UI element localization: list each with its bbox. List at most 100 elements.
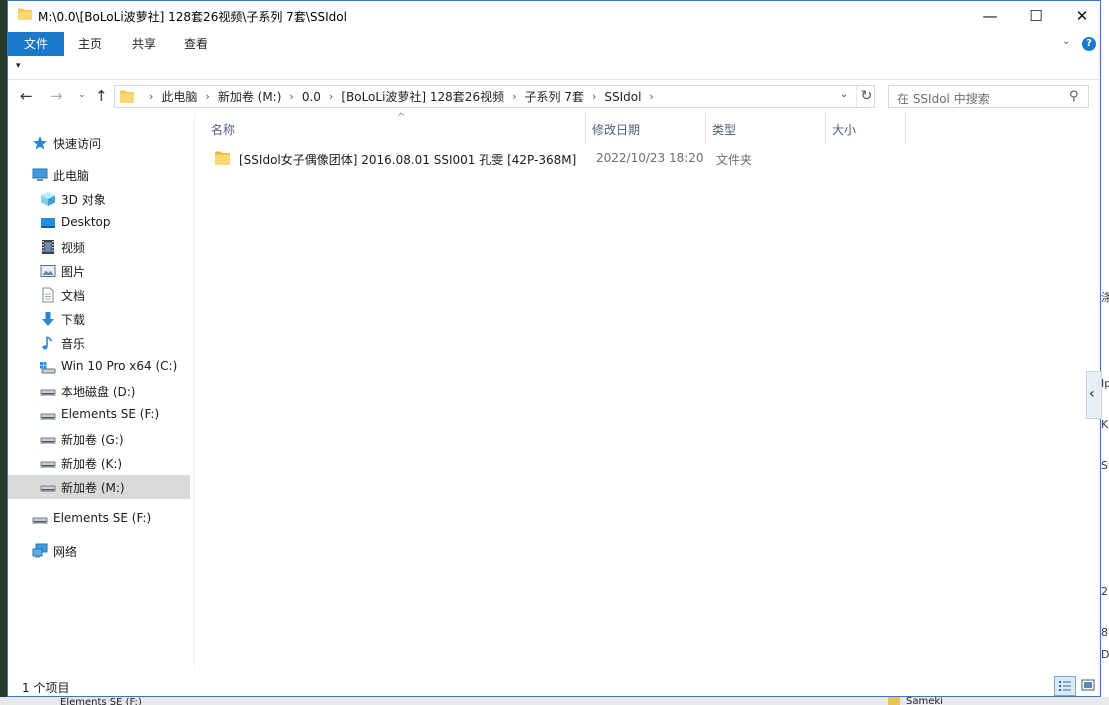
tab-view[interactable]: 查看: [174, 32, 218, 56]
document-icon: [42, 287, 54, 303]
sidebar-item-drive-d[interactable]: 本地磁盘 (D:): [8, 379, 190, 403]
drive-icon: [40, 461, 56, 468]
video-icon: [42, 240, 54, 254]
drive-icon: [40, 437, 56, 444]
column-header-type[interactable]: 类型: [706, 113, 826, 143]
column-header-size[interactable]: 大小: [826, 113, 906, 143]
sidebar-item-label: Elements SE (F:): [53, 511, 152, 525]
drive-icon: [40, 389, 56, 396]
sidebar-item-documents[interactable]: 文档: [8, 283, 190, 307]
sidebar-item-label: Win 10 Pro x64 (C:): [61, 359, 178, 373]
background-text: Sameki: [906, 697, 943, 705]
help-icon[interactable]: ?: [1082, 37, 1096, 51]
sidebar-item-drive-c[interactable]: Win 10 Pro x64 (C:): [8, 355, 190, 379]
file-name: [SSIdol女子偶像团体] 2016.08.01 SSI001 孔雯 [42P…: [239, 153, 577, 167]
column-header-label: 大小: [832, 123, 857, 137]
sidebar-item-videos[interactable]: 视频: [8, 235, 190, 259]
tab-share[interactable]: 共享: [122, 32, 166, 56]
tab-file[interactable]: 文件: [8, 32, 64, 56]
sidebar-item-drive-f[interactable]: Elements SE (F:): [8, 403, 190, 427]
background-text: Sv: [1101, 459, 1109, 472]
sidebar-item-label: 新加卷 (M:): [61, 481, 125, 495]
forward-arrow-icon[interactable]: →: [50, 87, 63, 105]
chevron-right-icon[interactable]: ›: [512, 90, 516, 103]
cube-3d-icon: [41, 192, 55, 206]
breadcrumb-item[interactable]: 新加卷 (M:): [218, 88, 282, 105]
background-text: 涤: [1101, 291, 1109, 304]
chevron-right-icon[interactable]: ›: [329, 90, 333, 103]
sidebar-item-3d-objects[interactable]: 3D 对象: [8, 187, 190, 211]
sidebar-item-label: 此电脑: [53, 169, 90, 183]
sidebar-item-downloads[interactable]: 下载: [8, 307, 190, 331]
background-text: D: [1101, 648, 1109, 661]
address-dropdown-icon[interactable]: ⌄: [840, 89, 848, 100]
maximize-button[interactable]: ☐: [1013, 1, 1059, 31]
file-type: 文件夹: [716, 153, 753, 167]
computer-icon: [32, 168, 48, 181]
chevron-right-icon[interactable]: ›: [289, 90, 293, 103]
sidebar-item-music[interactable]: 音乐: [8, 331, 190, 355]
sidebar-item-external-drive-f[interactable]: Elements SE (F:): [8, 507, 190, 531]
sidebar-item-pictures[interactable]: 图片: [8, 259, 190, 283]
sidebar-item-label: Desktop: [61, 215, 111, 229]
status-bar: 1 个项目: [8, 673, 1100, 697]
sidebar-item-label: 新加卷 (G:): [61, 433, 124, 447]
chevron-right-icon[interactable]: ›: [592, 90, 596, 103]
address-bar[interactable]: › 此电脑 › 新加卷 (M:) › 0.0 › [BoLoLi波萝社] 128…: [114, 85, 875, 108]
download-icon: [42, 312, 54, 326]
column-header-date[interactable]: 修改日期: [586, 113, 706, 143]
chevron-right-icon[interactable]: ›: [205, 90, 209, 103]
sidebar-item-label: 网络: [53, 545, 78, 559]
back-arrow-icon[interactable]: ←: [20, 87, 33, 105]
background-text: Kr: [1101, 418, 1109, 431]
breadcrumb-item[interactable]: SSIdol: [604, 90, 641, 104]
desktop-icon: [41, 218, 55, 228]
sidebar-item-label: 视频: [61, 241, 86, 255]
sidebar-item-drive-m[interactable]: 新加卷 (M:): [8, 475, 190, 499]
sidebar-item-label: 图片: [61, 265, 86, 279]
up-arrow-icon[interactable]: ↑: [95, 87, 108, 105]
sidebar-item-network[interactable]: 网络: [8, 539, 190, 563]
large-icons-view-button[interactable]: [1078, 676, 1100, 696]
sidebar-item-drive-g[interactable]: 新加卷 (G:): [8, 427, 190, 451]
tab-home[interactable]: 主页: [68, 32, 112, 56]
chevron-right-icon[interactable]: ›: [649, 90, 653, 103]
drive-icon: [40, 413, 56, 420]
table-row[interactable]: [SSIdol女子偶像团体] 2016.08.01 SSI001 孔雯 [42P…: [211, 148, 901, 170]
breadcrumb-item[interactable]: 子系列 7套: [524, 88, 583, 105]
background-text: Elements SE (F:): [60, 697, 142, 705]
minimize-button[interactable]: —: [967, 1, 1013, 31]
sidebar-item-drive-k[interactable]: 新加卷 (K:): [8, 451, 190, 475]
recent-locations-icon[interactable]: ⌄: [78, 90, 86, 100]
large-icons-view-icon: [1081, 679, 1095, 691]
close-button[interactable]: ✕: [1059, 1, 1105, 31]
refresh-icon[interactable]: ↻: [856, 86, 876, 107]
background-text: 8: [1101, 626, 1108, 639]
background-window-bottom: Elements SE (F:) Sameki: [0, 697, 1109, 705]
search-placeholder: 在 SSIdol 中搜索: [897, 92, 990, 106]
sidebar-item-quick-access[interactable]: 快速访问: [8, 131, 190, 155]
column-header-name[interactable]: 名称: [195, 113, 586, 143]
sidebar-item-desktop[interactable]: Desktop: [8, 211, 190, 235]
search-icon[interactable]: ⚲: [1069, 89, 1079, 104]
breadcrumb-item[interactable]: 此电脑: [161, 88, 197, 105]
music-icon: [42, 336, 53, 350]
expand-ribbon-icon[interactable]: ⌄: [1062, 36, 1070, 47]
title-bar[interactable]: M:\0.0\[BoLoLi波萝社] 128套26视频\子系列 7套\SSIdo…: [8, 1, 1100, 31]
search-box[interactable]: 在 SSIdol 中搜索 ⚲: [888, 85, 1089, 108]
details-view-button[interactable]: [1054, 676, 1076, 696]
breadcrumb: › 此电脑 › 新加卷 (M:) › 0.0 › [BoLoLi波萝社] 128…: [141, 86, 662, 107]
file-modified-date: 2022/10/23 18:20: [596, 151, 704, 165]
explorer-window: M:\0.0\[BoLoLi波萝社] 128套26视频\子系列 7套\SSIdo…: [7, 0, 1102, 697]
preview-pane-toggle[interactable]: ‹: [1086, 371, 1102, 419]
breadcrumb-item[interactable]: 0.0: [302, 90, 321, 104]
navigation-pane: 快速访问 此电脑 3D 对象 Desktop 视频 图片 文档 下载 音乐 Wi…: [8, 113, 193, 668]
sidebar-item-this-pc[interactable]: 此电脑: [8, 163, 190, 187]
chevron-right-icon[interactable]: ›: [149, 90, 153, 103]
background-text: Ip: [1101, 377, 1109, 390]
column-header-label: 修改日期: [592, 123, 641, 137]
file-list: ^ 名称 修改日期 类型 大小 [SSIdol女子偶像团体] 2016.08.0…: [195, 112, 1090, 668]
breadcrumb-item[interactable]: [BoLoLi波萝社] 128套26视频: [341, 88, 504, 105]
drive-icon: [40, 485, 56, 492]
customize-toolbar-icon[interactable]: ▾: [16, 61, 21, 71]
